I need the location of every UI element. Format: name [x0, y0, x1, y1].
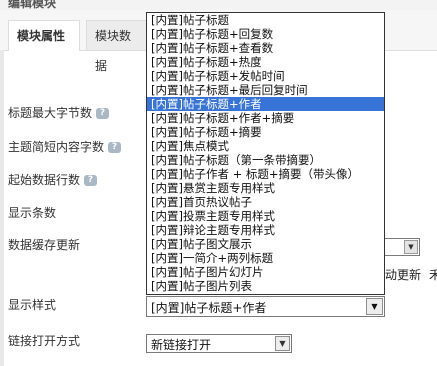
chevron-down-icon[interactable]: ▼ — [404, 240, 418, 254]
title-max-bytes-label: 标题最大字节数? — [8, 104, 110, 121]
link-open-select[interactable]: 新链接打开 ▼ — [146, 334, 292, 353]
chevron-down-icon[interactable]: ▼ — [366, 298, 383, 315]
link-open-label: 链接打开方式 — [8, 334, 81, 348]
display-style-option[interactable]: [内置]帖子图片列表 — [147, 279, 384, 293]
display-style-option[interactable]: [内置]帖子标题+热度 — [147, 55, 384, 69]
help-icon[interactable]: ? — [96, 108, 110, 119]
display-style-option[interactable]: [内置]帖子标题+发帖时间 — [147, 69, 384, 83]
display-style-option[interactable]: [内置]帖子标题+最后回复时间 — [147, 83, 384, 97]
display-style-option[interactable]: [内置]帖子作者 + 标题+摘要（带头像） — [147, 167, 384, 181]
display-style-option[interactable]: [内置]帖子标题+作者+摘要 — [147, 111, 384, 125]
truncated-option-text: 禾 — [429, 268, 437, 282]
display-style-option[interactable]: [内置]帖子标题（第一条带摘要） — [147, 153, 384, 167]
display-style-option[interactable]: [内置]投票主题专用样式 — [147, 209, 384, 223]
display-count-label: 显示条数 — [8, 206, 57, 220]
display-style-option[interactable]: [内置]帖子标题+回复数 — [147, 27, 384, 41]
start-row-label: 起始数据行数? — [8, 171, 98, 188]
left-edge-divider — [0, 50, 4, 366]
display-style-option[interactable]: [内置]帖子图文展示 — [147, 237, 384, 251]
tab-module-properties[interactable]: 模块属性 — [8, 20, 80, 51]
auto-update-text[interactable]: 动更新 — [385, 266, 421, 283]
display-style-options-list[interactable]: [内置]帖子标题 [内置]帖子标题+回复数 [内置]帖子标题+查看数 [内置]帖… — [146, 12, 385, 295]
help-icon[interactable]: ? — [108, 142, 122, 153]
link-open-value: 新链接打开 — [151, 338, 212, 352]
display-style-select[interactable]: [内置]帖子标题+作者 ▼ — [146, 296, 385, 317]
display-style-option[interactable]: [内置]帖子标题 — [147, 13, 384, 27]
chevron-down-icon[interactable]: ▼ — [275, 336, 290, 351]
display-style-option-highlighted[interactable]: [内置]帖子标题+作者 — [147, 97, 384, 111]
display-style-option[interactable]: [内置]帖子图片幻灯片 — [147, 265, 384, 279]
summary-bytes-label: 主题简短内容字数? — [8, 138, 122, 155]
dialog-title: 编辑模块 — [8, 0, 57, 10]
display-style-selected-value: [内置]帖子标题+作者 — [151, 301, 267, 315]
help-icon[interactable]: ? — [84, 175, 98, 186]
display-style-option[interactable]: [内置]辩论主题专用样式 — [147, 223, 384, 237]
tab-module-data[interactable]: 模块数据 — [86, 20, 150, 73]
display-style-label: 显示样式 — [8, 298, 57, 312]
display-style-option[interactable]: [内置]首页热议帖子 — [147, 195, 384, 209]
display-style-option[interactable]: [内置]焦点模式 — [147, 139, 384, 153]
dialog-title-bar: 编辑模块 — [0, 0, 437, 10]
display-style-option[interactable]: [内置]帖子标题+摘要 — [147, 125, 384, 139]
cache-update-label: 数据缓存更新 — [8, 238, 81, 252]
display-style-option[interactable]: [内置]悬赏主题专用样式 — [147, 181, 384, 195]
display-style-option[interactable]: [内置]帖子标题+查看数 — [147, 41, 384, 55]
display-style-option[interactable]: [内置]一简介+两列标题 — [147, 251, 384, 265]
cache-unit-select[interactable]: ▼ — [384, 238, 420, 256]
